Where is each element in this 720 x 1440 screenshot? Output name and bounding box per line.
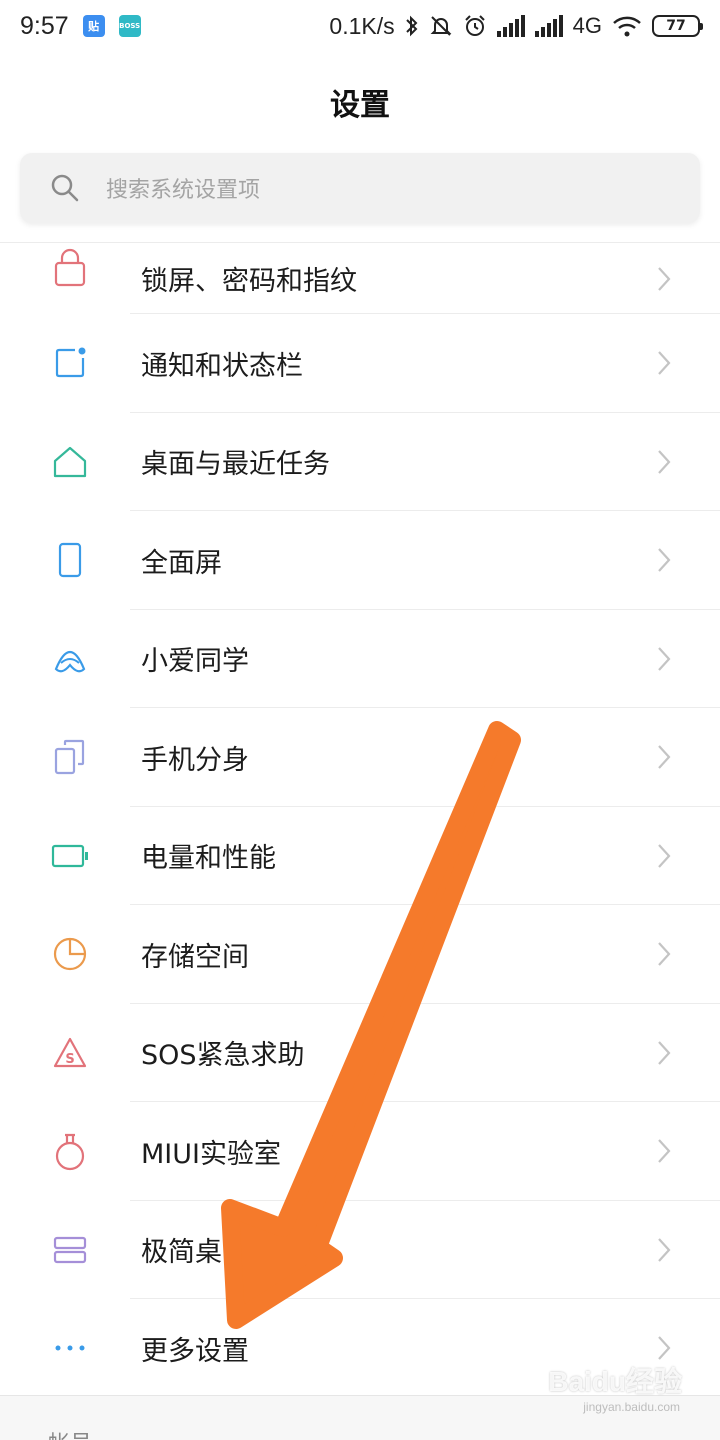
settings-item-label: 电量和性能 <box>141 843 276 875</box>
sos-icon: S <box>50 1033 90 1073</box>
settings-item-sos[interactable]: S SOS紧急求助 <box>0 1004 720 1103</box>
settings-item-miui-lab[interactable]: MIUI实验室 <box>0 1102 720 1201</box>
wifi-icon <box>612 15 642 37</box>
notification-icon <box>50 343 90 383</box>
settings-item-desktop[interactable]: 桌面与最近任务 <box>0 413 720 512</box>
signal-icon-2 <box>534 15 563 37</box>
settings-item-minimal-desktop[interactable]: 极简桌面 <box>0 1201 720 1300</box>
home-icon <box>50 442 90 482</box>
settings-item-label: 桌面与最近任务 <box>141 449 330 481</box>
storage-pie-icon <box>50 934 90 974</box>
status-time: 9:57 <box>20 11 69 40</box>
search-input[interactable]: 搜索系统设置项 <box>20 153 700 223</box>
settings-item-label: 锁屏、密码和指纹 <box>141 266 357 297</box>
boss-app-icon: BOSS <box>118 15 141 37</box>
tieba-app-icon: 贴 <box>82 15 105 37</box>
settings-item-label: 更多设置 <box>141 1335 249 1367</box>
chevron-right-icon <box>658 745 671 769</box>
chevron-right-icon <box>658 1041 671 1065</box>
search-icon <box>51 174 79 202</box>
settings-item-notifications[interactable]: 通知和状态栏 <box>0 314 720 413</box>
settings-item-label: SOS紧急求助 <box>141 1040 305 1072</box>
minimal-desktop-icon <box>50 1230 90 1270</box>
dual-phone-icon <box>50 737 90 777</box>
settings-item-label: MIUI实验室 <box>141 1138 281 1170</box>
chevron-right-icon <box>658 450 671 474</box>
settings-item-label: 全面屏 <box>141 547 222 579</box>
settings-item-label: 极简桌面 <box>141 1237 249 1269</box>
settings-item-label: 存储空间 <box>141 941 249 973</box>
settings-item-xiaoai[interactable]: 小爱同学 <box>0 610 720 709</box>
battery-indicator: 77 <box>652 15 703 37</box>
settings-item-battery[interactable]: 电量和性能 <box>0 807 720 906</box>
lab-flask-icon <box>50 1131 90 1171</box>
search-placeholder: 搜索系统设置项 <box>106 178 261 203</box>
chevron-right-icon <box>658 548 671 572</box>
settings-item-label: 小爱同学 <box>141 646 249 678</box>
signal-icon <box>496 15 525 37</box>
chevron-right-icon <box>658 1336 671 1360</box>
chevron-right-icon <box>658 266 671 291</box>
status-bar: 9:57 贴 BOSS 0.1K/s 4G 77 <box>0 0 720 52</box>
chevron-right-icon <box>658 1139 671 1163</box>
settings-item-second-space[interactable]: 手机分身 <box>0 708 720 807</box>
lock-icon <box>50 247 90 287</box>
chevron-right-icon <box>658 1238 671 1262</box>
bluetooth-icon <box>405 14 419 38</box>
network-type: 4G <box>572 13 602 38</box>
chevron-right-icon <box>658 844 671 868</box>
xiaoai-icon <box>50 639 90 679</box>
page-title: 设置 <box>330 88 390 123</box>
net-speed: 0.1K/s <box>329 12 395 39</box>
settings-item-storage[interactable]: 存储空间 <box>0 905 720 1004</box>
svg-text:S: S <box>65 1052 74 1067</box>
chevron-right-icon <box>658 351 671 375</box>
chevron-right-icon <box>658 647 671 671</box>
mute-bell-icon <box>429 14 453 38</box>
baidu-watermark-logo: Baidu经验 <box>548 1366 682 1397</box>
section-header-label: 帐号 <box>48 1426 92 1440</box>
settings-item-fullscreen[interactable]: 全面屏 <box>0 511 720 610</box>
settings-item-label: 通知和状态栏 <box>141 350 303 382</box>
settings-item-lock-screen[interactable]: 锁屏、密码和指纹 <box>0 243 720 314</box>
more-dots-icon <box>50 1328 90 1368</box>
settings-item-label: 手机分身 <box>141 744 249 776</box>
battery-icon <box>50 836 90 876</box>
baidu-watermark-url: jingyan.baidu.com <box>583 1400 680 1414</box>
settings-list: 锁屏、密码和指纹 通知和状态栏 桌面与最近任务 全面屏 小爱同学 手机分身 电量… <box>0 242 720 1398</box>
alarm-icon <box>463 14 487 38</box>
chevron-right-icon <box>658 942 671 966</box>
phone-screen-icon <box>50 540 90 580</box>
